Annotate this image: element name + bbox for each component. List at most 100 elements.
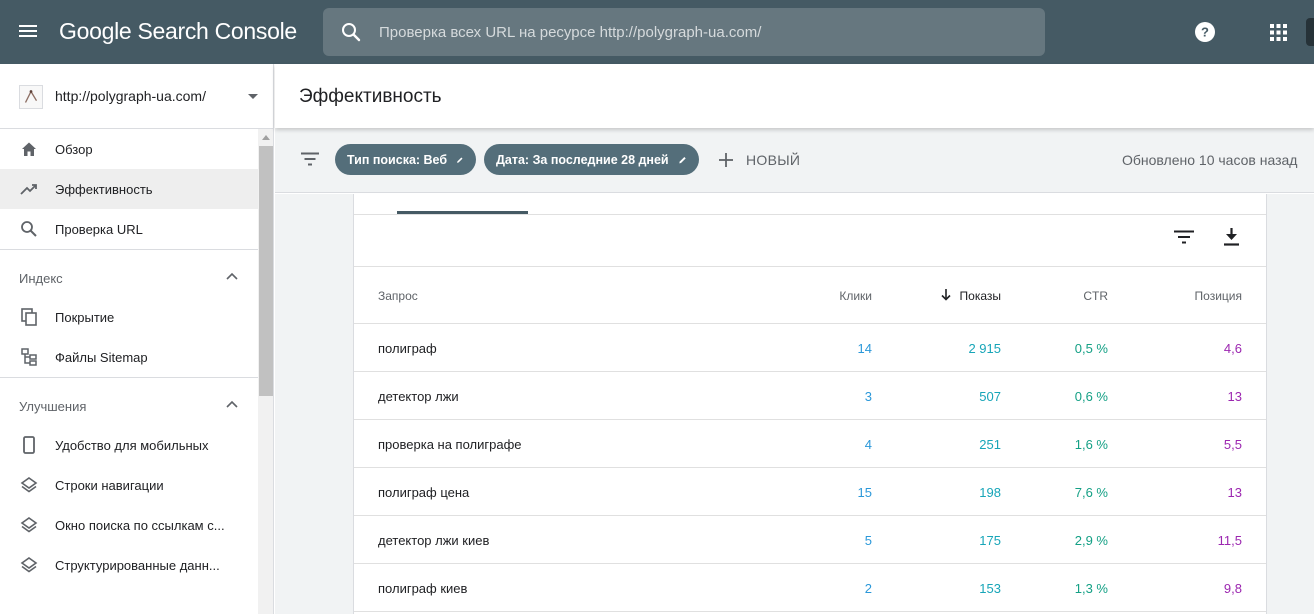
position-cell: 9,8 <box>1223 581 1242 596</box>
column-header-ctr[interactable]: CTR <box>1083 289 1108 303</box>
column-header-clicks[interactable]: Клики <box>839 289 872 303</box>
clicks-cell: 15 <box>857 485 872 500</box>
layers-icon <box>20 517 38 533</box>
table-row[interactable]: детектор лжи киев 5 175 2,9 % 11,5 <box>354 516 1266 564</box>
scrollbar-thumb[interactable] <box>259 146 273 396</box>
property-selector[interactable]: http://polygraph-ua.com/ <box>0 64 273 129</box>
sidebar-item-label: Структурированные данн... <box>55 557 220 573</box>
chevron-up-icon <box>226 400 238 408</box>
clicks-cell: 3 <box>864 389 872 404</box>
table-row[interactable]: проверка на полиграфе 4 251 1,6 % 5,5 <box>354 420 1266 468</box>
position-cell: 5,5 <box>1223 437 1242 452</box>
table-row[interactable]: полиграф цена 15 198 7,6 % 13 <box>354 468 1266 516</box>
smartphone-icon <box>23 436 35 454</box>
file-copy-icon <box>21 308 37 326</box>
url-inspect-search[interactable] <box>323 8 1045 56</box>
help-icon[interactable]: ? <box>1194 21 1216 43</box>
chevron-up-icon <box>226 272 238 280</box>
column-header-position[interactable]: Позиция <box>1195 289 1242 303</box>
sidebar-item-overview[interactable]: Обзор <box>0 129 258 169</box>
column-header-query[interactable]: Запрос <box>378 289 418 303</box>
column-header-impressions[interactable]: Показы <box>940 289 1001 303</box>
menu-icon[interactable] <box>19 22 41 42</box>
position-cell: 11,5 <box>1217 533 1242 548</box>
impressions-cell: 153 <box>979 581 1001 596</box>
table-row[interactable]: детектор лжи 3 507 0,6 % 13 <box>354 372 1266 420</box>
query-cell: проверка на полиграфе <box>378 437 522 452</box>
sidebar-scrollbar[interactable] <box>258 129 273 614</box>
ctr-cell: 1,3 % <box>1074 581 1108 596</box>
layers-icon <box>20 557 38 573</box>
sidebar-item-coverage[interactable]: Покрытие <box>0 297 258 337</box>
table-row[interactable]: полиграф 14 2 915 0,5 % 4,6 <box>354 324 1266 372</box>
sidebar-item-label: Файлы Sitemap <box>55 349 148 365</box>
queries-card: Запрос Клики Показы CTR Позиция полиграф… <box>353 194 1267 614</box>
sidebar-item-mobile-usability[interactable]: Удобство для мобильных <box>0 425 258 465</box>
sidebar-item-sitemaps[interactable]: Файлы Sitemap <box>0 337 258 377</box>
new-filter-button[interactable]: НОВЫЙ <box>718 150 800 170</box>
filter-bar: Тип поиска: Веб Дата: За последние 28 дн… <box>275 128 1314 193</box>
impressions-cell: 198 <box>979 485 1001 500</box>
impressions-cell: 2 915 <box>968 341 1001 356</box>
search-type-chip[interactable]: Тип поиска: Веб <box>335 144 476 175</box>
sidebar-item-label: Строки навигации <box>55 477 164 493</box>
sidebar-item-label: Эффективность <box>55 181 153 197</box>
sidebar-section-enhancements[interactable]: Улучшения <box>0 377 258 425</box>
ctr-cell: 1,6 % <box>1074 437 1108 452</box>
sidebar-item-breadcrumbs[interactable]: Строки навигации <box>0 465 258 505</box>
ctr-cell: 2,9 % <box>1074 533 1108 548</box>
position-cell: 13 <box>1227 485 1242 500</box>
impressions-cell: 507 <box>979 389 1001 404</box>
section-label: Улучшения <box>19 399 87 414</box>
sort-down-arrow-icon <box>940 289 951 301</box>
sidebar-item-structured-data[interactable]: Структурированные данн... <box>0 545 258 585</box>
page-header: Эффективность <box>275 64 1314 128</box>
filter-icon[interactable] <box>301 152 319 166</box>
sitemap-icon <box>21 348 37 366</box>
table-row[interactable]: полиграф киев 2 153 1,3 % 9,8 <box>354 564 1266 612</box>
app-title[interactable]: Google Search Console <box>59 18 297 45</box>
dropdown-caret-icon <box>248 94 258 99</box>
sidebar-section-index[interactable]: Индекс <box>0 249 258 297</box>
edit-pencil-icon <box>457 156 463 163</box>
property-url: http://polygraph-ua.com/ <box>55 88 206 104</box>
query-cell: полиграф цена <box>378 485 470 500</box>
sidebar-item-label: Удобство для мобильных <box>55 437 209 453</box>
impressions-cell: 251 <box>979 437 1001 452</box>
position-cell: 13 <box>1227 389 1242 404</box>
trending-up-icon <box>20 184 37 195</box>
query-cell: детектор лжи киев <box>378 533 490 548</box>
download-icon[interactable] <box>1223 227 1240 246</box>
page-title: Эффективность <box>299 86 442 107</box>
position-cell: 4,6 <box>1223 341 1242 356</box>
date-range-chip[interactable]: Дата: За последние 28 дней <box>484 144 699 175</box>
search-input[interactable] <box>379 8 1029 56</box>
account-avatar[interactable] <box>1306 18 1314 46</box>
section-label: Индекс <box>19 271 63 286</box>
sidebar: http://polygraph-ua.com/ Обзор Эффективн… <box>0 64 274 614</box>
sidebar-item-label: Обзор <box>55 141 93 157</box>
plus-icon <box>719 153 733 167</box>
clicks-cell: 5 <box>864 533 872 548</box>
column-header-label: Показы <box>959 289 1001 303</box>
sidebar-item-performance[interactable]: Эффективность <box>0 169 258 209</box>
ctr-cell: 0,6 % <box>1074 389 1108 404</box>
layers-icon <box>20 477 38 493</box>
scroll-up-arrow-icon[interactable] <box>262 135 270 140</box>
chip-label: Тип поиска: Веб <box>347 152 448 167</box>
last-updated-text: Обновлено 10 часов назад <box>1122 152 1298 168</box>
table-filter-icon[interactable] <box>1174 230 1194 244</box>
sidebar-item-sitelinks-searchbox[interactable]: Окно поиска по ссылкам с... <box>0 505 258 545</box>
query-cell: полиграф <box>378 341 437 356</box>
clicks-cell: 4 <box>864 437 872 452</box>
table-header: Запрос Клики Показы CTR Позиция <box>354 266 1266 324</box>
chip-label: Дата: За последние 28 дней <box>496 152 669 167</box>
property-favicon-icon <box>19 85 43 109</box>
search-icon <box>21 221 37 237</box>
apps-grid-icon[interactable] <box>1270 24 1287 41</box>
svg-text:?: ? <box>1201 25 1209 40</box>
sidebar-item-url-inspection[interactable]: Проверка URL <box>0 209 258 249</box>
clicks-cell: 2 <box>864 581 872 596</box>
home-icon <box>22 142 36 156</box>
table-body: полиграф 14 2 915 0,5 % 4,6 детектор лжи… <box>354 324 1266 612</box>
